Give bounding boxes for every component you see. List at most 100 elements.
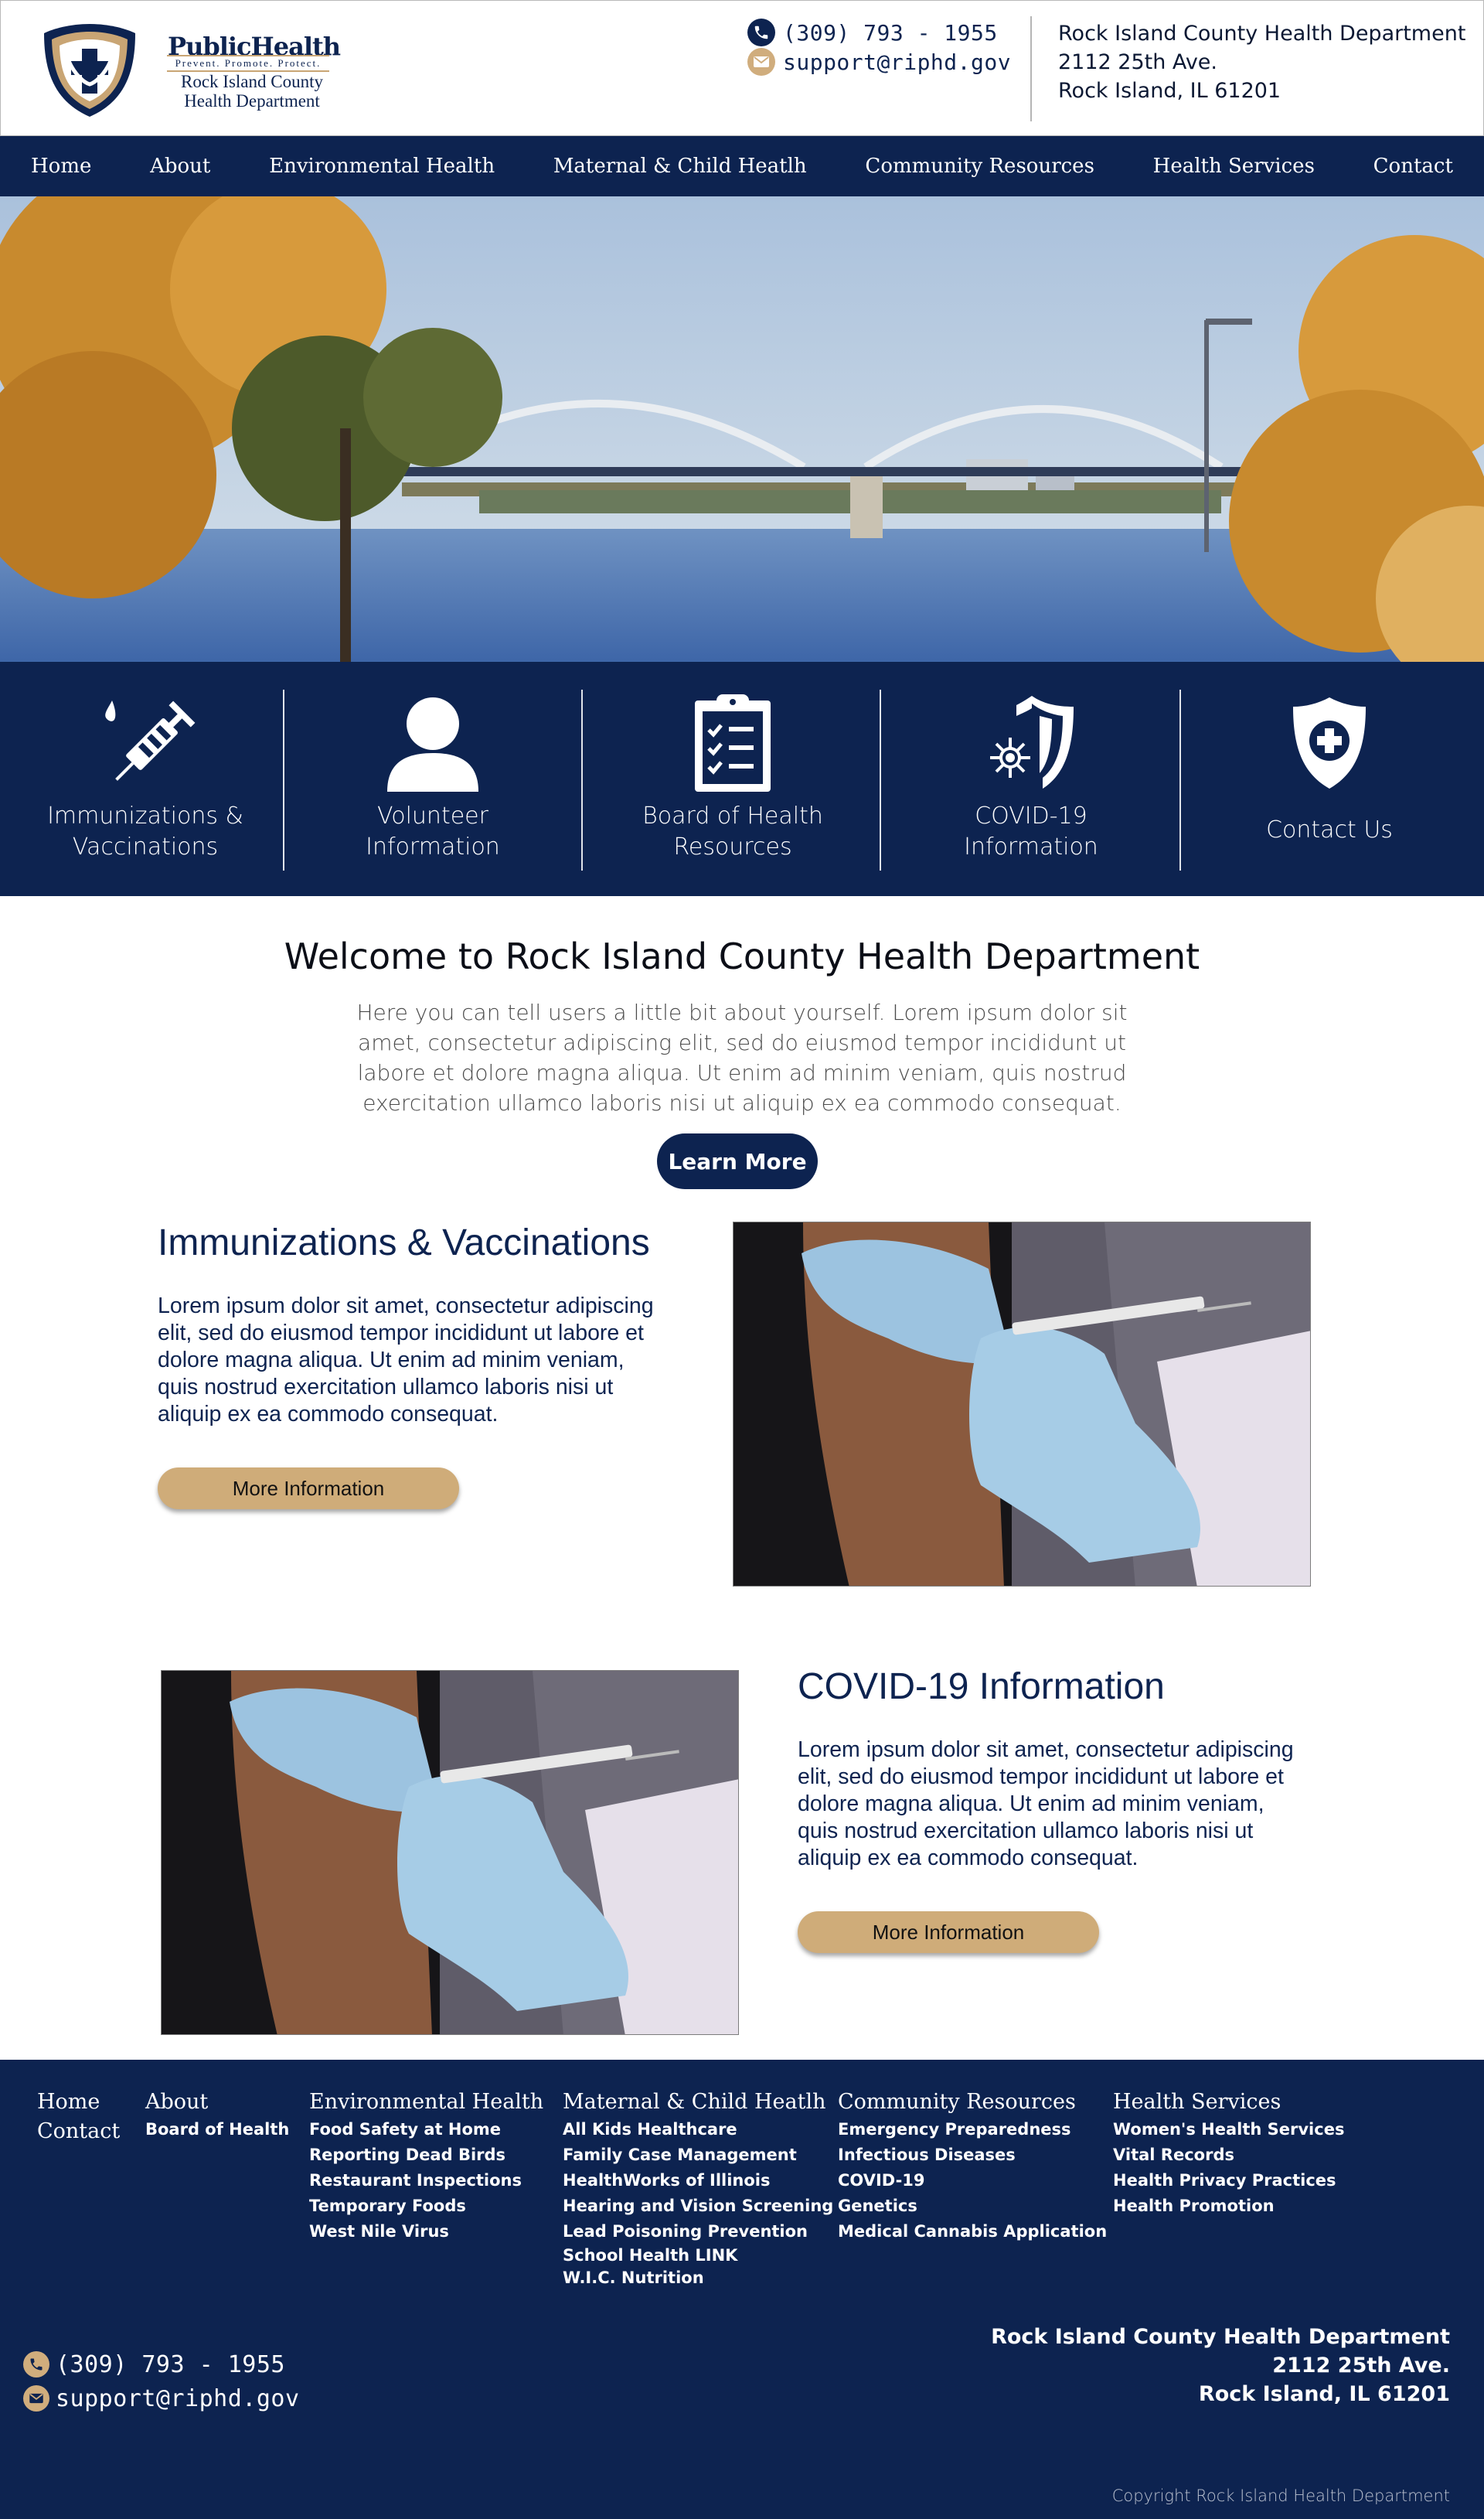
label-line1: Volunteer (377, 803, 488, 830)
quick-link-label: Board of Health Resources (642, 801, 823, 863)
footer-address-line2: 2112 25th Ave. (1272, 2354, 1450, 2378)
footer-link[interactable]: HealthWorks of Illinois (563, 2168, 833, 2193)
syringe-icon (87, 685, 203, 801)
footer-address-line1: Rock Island County Health Department (991, 2325, 1450, 2349)
footer-heading-maternal-child-health[interactable]: Maternal & Child Heatlh (563, 2088, 833, 2117)
label-line1: COVID-19 (975, 803, 1087, 830)
footer-phone-text: (309) 793 - 1955 (56, 2350, 285, 2378)
footer-col-about: About Board of Health (145, 2088, 289, 2142)
label-line2: Information (964, 833, 1098, 861)
footer-address-line3: Rock Island, IL 61201 (1198, 2382, 1450, 2406)
header-email[interactable]: support@riphd.gov (747, 47, 1011, 77)
nav-about[interactable]: About (150, 155, 210, 178)
footer-link[interactable]: Board of Health (145, 2117, 289, 2142)
footer-link[interactable]: Family Case Management (563, 2142, 833, 2168)
nav-home[interactable]: Home (31, 155, 91, 178)
header-contact: (309) 793 - 1955 support@riphd.gov (747, 18, 1011, 77)
footer-link[interactable]: Emergency Preparedness (838, 2117, 1107, 2142)
nav-maternal-child-health[interactable]: Maternal & Child Heatlh (553, 155, 807, 178)
site-footer: Home Contact About Board of Health Envir… (0, 2060, 1484, 2519)
footer-link[interactable]: Restaurant Inspections (309, 2168, 543, 2193)
footer-link-contact[interactable]: Contact (37, 2117, 120, 2146)
strip-divider (880, 690, 881, 871)
header-phone[interactable]: (309) 793 - 1955 (747, 18, 1011, 47)
footer-link[interactable]: Hearing and Vision Screening (563, 2193, 833, 2219)
footer-col-health-services: Health Services Women's Health Services … (1113, 2088, 1344, 2219)
address-line3: Rock Island, IL 61201 (1058, 79, 1281, 103)
quick-link-label: Volunteer Information (366, 801, 500, 863)
main-nav: Home About Environmental Health Maternal… (0, 136, 1484, 196)
mail-icon (747, 48, 775, 76)
header-phone-text: (309) 793 - 1955 (783, 19, 998, 46)
strip-divider (1179, 690, 1181, 871)
header-address: Rock Island County Health Department 211… (1058, 19, 1465, 105)
quick-link-volunteer[interactable]: Volunteer Information (317, 662, 549, 896)
phone-icon (747, 19, 775, 46)
footer-link[interactable]: Medical Cannabis Application (838, 2219, 1107, 2245)
footer-heading-about[interactable]: About (145, 2088, 289, 2117)
virus-shield-icon (973, 685, 1089, 801)
site-logo[interactable]: PublicHealth Prevent. Promote. Protect. … (39, 21, 341, 120)
label-line1: Contact Us (1266, 816, 1393, 844)
covid-title: COVID-19 Information (798, 1666, 1165, 1707)
footer-link[interactable]: Temporary Foods (309, 2193, 543, 2219)
footer-link[interactable]: Food Safety at Home (309, 2117, 543, 2142)
learn-more-button[interactable]: Learn More (657, 1133, 818, 1189)
footer-link[interactable]: Women's Health Services (1113, 2117, 1344, 2142)
covid-more-info-button[interactable]: More Information (798, 1911, 1099, 1953)
vaccination-photo (733, 1222, 1311, 1587)
immunizations-body: Lorem ipsum dolor sit amet, consectetur … (158, 1294, 654, 1427)
footer-link[interactable]: Vital Records (1113, 2142, 1344, 2168)
footer-heading-community-resources[interactable]: Community Resources (838, 2088, 1107, 2117)
logo-subtitle: Rock Island County Health Department (163, 72, 341, 111)
nav-environmental-health[interactable]: Environmental Health (269, 155, 495, 178)
logo-tagline: Prevent. Promote. Protect. (167, 55, 329, 72)
immunizations-more-info-button[interactable]: More Information (158, 1467, 459, 1509)
footer-link[interactable]: Infectious Diseases (838, 2142, 1107, 2168)
strip-divider (581, 690, 583, 871)
footer-link[interactable]: Reporting Dead Birds (309, 2142, 543, 2168)
footer-email[interactable]: support@riphd.gov (23, 2381, 300, 2415)
hero-image (0, 196, 1484, 662)
quick-link-immunizations[interactable]: Immunizations & Vaccinations (29, 662, 261, 896)
shield-cross-icon (44, 24, 135, 117)
label-line1: Board of Health (642, 803, 823, 830)
label-line2: Vaccinations (72, 833, 219, 861)
footer-heading-health-services[interactable]: Health Services (1113, 2088, 1344, 2117)
person-icon (375, 685, 491, 801)
covid-body: Lorem ipsum dolor sit amet, consectetur … (798, 1737, 1294, 1870)
quick-link-board-of-health[interactable]: Board of Health Resources (617, 662, 849, 896)
quick-link-label: Contact Us (1266, 815, 1393, 846)
address-line1: Rock Island County Health Department (1058, 22, 1466, 46)
footer-link[interactable]: Health Privacy Practices (1113, 2168, 1344, 2193)
logo-subtitle-line1: Rock Island County (181, 72, 323, 91)
footer-link[interactable]: W.I.C. Nutrition (563, 2267, 833, 2289)
footer-link[interactable]: West Nile Virus (309, 2219, 543, 2245)
footer-address: Rock Island County Health Department 211… (991, 2323, 1450, 2408)
nav-health-services[interactable]: Health Services (1153, 155, 1315, 178)
footer-col-community-resources: Community Resources Emergency Preparedne… (838, 2088, 1107, 2245)
nav-community-resources[interactable]: Community Resources (865, 155, 1094, 178)
quick-links-strip: Immunizations & Vaccinations Volunteer I… (0, 662, 1484, 896)
footer-phone[interactable]: (309) 793 - 1955 (23, 2347, 300, 2381)
footer-link[interactable]: School Health LINK (563, 2245, 833, 2267)
header-email-text: support@riphd.gov (783, 49, 1012, 75)
quick-link-contact-us[interactable]: Contact Us (1213, 662, 1445, 896)
nav-contact[interactable]: Contact (1373, 155, 1453, 178)
label-line1: Immunizations & (47, 803, 243, 830)
footer-link[interactable]: Health Promotion (1113, 2193, 1344, 2219)
label-line2: Information (366, 833, 500, 861)
welcome-title: Welcome to Rock Island County Health Dep… (284, 936, 1200, 977)
immunizations-title: Immunizations & Vaccinations (158, 1222, 650, 1263)
footer-link[interactable]: All Kids Healthcare (563, 2117, 833, 2142)
strip-divider (283, 690, 284, 871)
footer-link[interactable]: Lead Poisoning Prevention (563, 2219, 833, 2245)
quick-link-label: Immunizations & Vaccinations (47, 801, 243, 863)
copyright: Copyright Rock Island Health Department (1111, 2487, 1450, 2505)
welcome-body: Here you can tell users a little bit abo… (356, 1000, 1128, 1116)
footer-heading-environmental-health[interactable]: Environmental Health (309, 2088, 543, 2117)
footer-link-home[interactable]: Home (37, 2088, 120, 2117)
footer-link[interactable]: COVID-19 (838, 2168, 1107, 2193)
footer-link[interactable]: Genetics (838, 2193, 1107, 2219)
quick-link-covid[interactable]: COVID-19 Information (915, 662, 1147, 896)
